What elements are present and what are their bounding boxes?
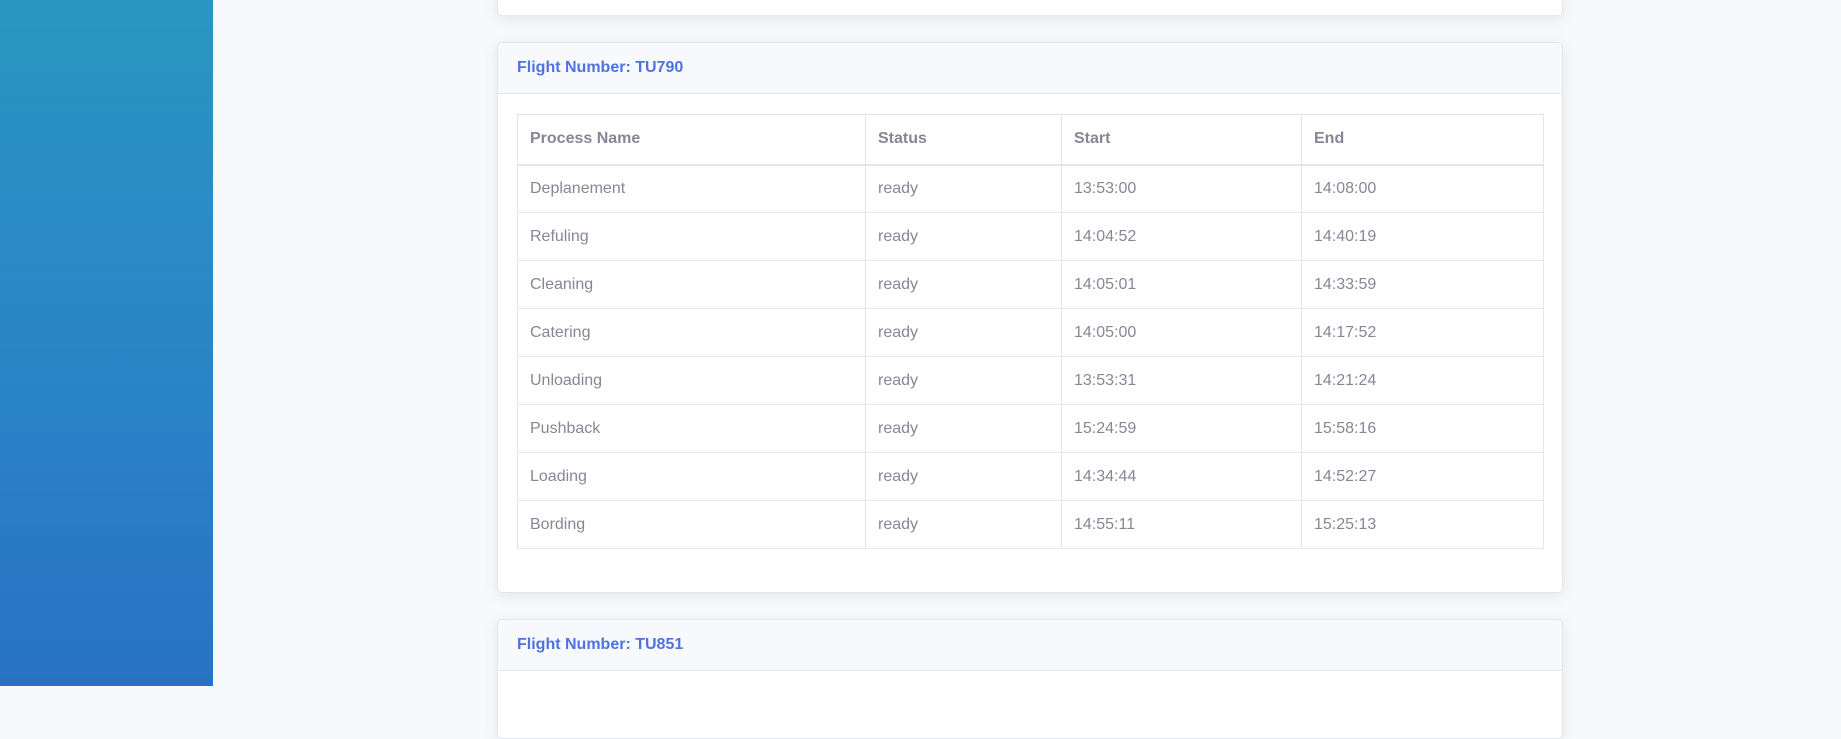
process-name-cell: Loading [517, 452, 866, 501]
status-cell: ready [865, 404, 1062, 453]
start-cell: 14:05:00 [1061, 308, 1302, 357]
flight-card-tu790: Flight Number: TU790 Process Name Status… [497, 42, 1563, 593]
process-name-cell: Pushback [517, 404, 866, 453]
flight-card-header: Flight Number: TU790 [498, 43, 1562, 94]
table-row: Bording ready 14:55:11 15:25:13 [517, 500, 1544, 549]
end-cell: 14:17:52 [1301, 308, 1544, 357]
table-row: Cleaning ready 14:05:01 14:33:59 [517, 260, 1544, 309]
start-cell: 13:53:31 [1061, 356, 1302, 405]
status-cell: ready [865, 212, 1062, 261]
flight-card-body: Process Name Status Start End Deplanemen… [498, 94, 1562, 569]
process-name-cell: Bording [517, 500, 866, 549]
table-row: Deplanement ready 13:53:00 14:08:00 [517, 164, 1544, 213]
flight-card-tu851: Flight Number: TU851 [497, 619, 1563, 739]
end-cell: 14:08:00 [1301, 164, 1544, 213]
table-row: Catering ready 14:05:00 14:17:52 [517, 308, 1544, 357]
column-header-status: Status [865, 114, 1062, 166]
table-header-row: Process Name Status Start End [517, 114, 1544, 166]
status-cell: ready [865, 164, 1062, 213]
end-cell: 14:21:24 [1301, 356, 1544, 405]
process-name-cell: Catering [517, 308, 866, 357]
start-cell: 14:04:52 [1061, 212, 1302, 261]
status-cell: ready [865, 452, 1062, 501]
start-cell: 15:24:59 [1061, 404, 1302, 453]
table-row: Pushback ready 15:24:59 15:58:16 [517, 404, 1544, 453]
status-cell: ready [865, 500, 1062, 549]
status-cell: ready [865, 260, 1062, 309]
process-name-cell: Deplanement [517, 164, 866, 213]
flight-number-title: Flight Number: TU790 [517, 59, 684, 76]
end-cell: 14:40:19 [1301, 212, 1544, 261]
column-header-end: End [1301, 114, 1544, 166]
process-name-cell: Cleaning [517, 260, 866, 309]
column-header-process-name: Process Name [517, 114, 866, 166]
process-table: Process Name Status Start End Deplanemen… [517, 114, 1544, 549]
status-cell: ready [865, 308, 1062, 357]
table-row: Loading ready 14:34:44 14:52:27 [517, 452, 1544, 501]
table-row: Unloading ready 13:53:31 14:21:24 [517, 356, 1544, 405]
start-cell: 14:05:01 [1061, 260, 1302, 309]
process-name-cell: Unloading [517, 356, 866, 405]
table-row: Refuling ready 14:04:52 14:40:19 [517, 212, 1544, 261]
start-cell: 14:55:11 [1061, 500, 1302, 549]
end-cell: 14:52:27 [1301, 452, 1544, 501]
start-cell: 14:34:44 [1061, 452, 1302, 501]
status-cell: ready [865, 356, 1062, 405]
start-cell: 13:53:00 [1061, 164, 1302, 213]
previous-flight-card [497, 0, 1563, 16]
column-header-start: Start [1061, 114, 1302, 166]
end-cell: 14:33:59 [1301, 260, 1544, 309]
sidebar [0, 0, 213, 686]
process-name-cell: Refuling [517, 212, 866, 261]
flight-card-header: Flight Number: TU851 [498, 620, 1562, 671]
flight-number-title: Flight Number: TU851 [517, 636, 684, 653]
end-cell: 15:25:13 [1301, 500, 1544, 549]
end-cell: 15:58:16 [1301, 404, 1544, 453]
